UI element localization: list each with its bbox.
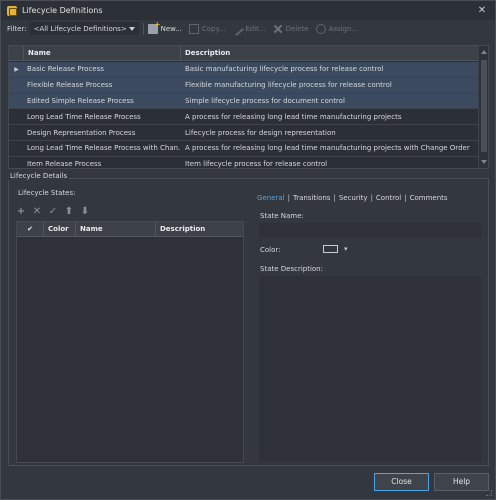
copy-icon — [188, 23, 199, 34]
remove-state-icon[interactable]: ✕ — [32, 207, 42, 217]
assign-button[interactable]: Assign... — [315, 23, 359, 34]
row-name: Long Lead Time Release Process with Chan… — [27, 144, 181, 153]
row-name: Item Release Process — [27, 160, 102, 169]
color-swatch[interactable] — [323, 245, 338, 253]
new-label: New... — [160, 24, 182, 33]
delete-icon — [273, 24, 283, 34]
checkmark-icon[interactable]: ✓ — [48, 207, 58, 217]
state-description-field[interactable] — [259, 276, 481, 461]
toolbar-separator — [142, 22, 144, 35]
table-row[interactable]: Flexible Release Process Flexible manufa… — [9, 77, 479, 94]
row-description: Flexible manufacturing lifecycle process… — [185, 81, 392, 90]
window-title: Lifecycle Definitions — [22, 6, 103, 15]
tab-control[interactable]: Control — [376, 194, 401, 202]
column-header-description[interactable]: Description — [181, 46, 230, 60]
state-name-field[interactable] — [259, 223, 481, 237]
title-bar: Lifecycle Definitions ✕ — [1, 1, 495, 20]
state-name-label: State Name: — [260, 212, 304, 220]
edit-label: Edit... — [245, 24, 266, 33]
state-description-label: State Description: — [260, 265, 323, 273]
lifecycle-definitions-dialog: Lifecycle Definitions ✕ Filter: <All Lif… — [0, 0, 496, 500]
row-description: Lifecycle process for design representat… — [185, 128, 336, 137]
states-toolbar: + ✕ ✓ ⬆ ⬇ — [16, 207, 96, 217]
table-row[interactable]: Item Release Process Item lifecycle proc… — [9, 157, 479, 169]
edit-icon — [230, 21, 245, 36]
tab-transitions[interactable]: Transitions — [293, 194, 331, 202]
assign-icon — [315, 23, 326, 34]
app-icon — [7, 5, 17, 16]
row-description: A process for releasing long lead time m… — [185, 112, 402, 121]
table-row[interactable]: Design Representation Process Lifecycle … — [9, 125, 479, 141]
close-button[interactable]: Close — [374, 473, 429, 491]
row-name: Basic Release Process — [27, 65, 104, 74]
move-down-icon[interactable]: ⬇ — [80, 207, 90, 217]
tab-general[interactable]: General — [257, 194, 285, 202]
row-selector-header — [9, 46, 24, 60]
assign-label: Assign... — [328, 24, 359, 33]
add-state-icon[interactable]: + — [16, 207, 26, 217]
move-up-icon[interactable]: ⬆ — [64, 207, 74, 217]
column-header-name[interactable]: Name — [24, 46, 181, 60]
row-name: Long Lead Time Release Process — [27, 112, 141, 121]
row-name: Design Representation Process — [27, 128, 136, 137]
grid-header: Name Description — [9, 46, 479, 61]
resize-grip[interactable] — [486, 490, 492, 496]
row-description: Item lifecycle process for release contr… — [185, 160, 328, 169]
filter-value: <All Lifecycle Definitions> — [33, 24, 127, 33]
column-header-name[interactable]: Name — [76, 222, 156, 236]
grid-rows: ▶ Basic Release Process Basic manufactur… — [9, 62, 479, 169]
close-window-button[interactable]: ✕ — [475, 4, 489, 17]
states-table-header: ✔ Color Name Description — [17, 222, 243, 237]
delete-label: Delete — [285, 24, 309, 33]
delete-button[interactable]: Delete — [273, 24, 309, 34]
table-row[interactable]: Edited Simple Release Process Simple lif… — [9, 93, 479, 110]
column-header-description[interactable]: Description — [156, 222, 205, 236]
grid-vertical-scrollbar[interactable] — [478, 46, 488, 168]
lifecycle-states-table: ✔ Color Name Description — [16, 221, 244, 463]
new-icon — [147, 20, 161, 34]
filter-dropdown[interactable]: <All Lifecycle Definitions> — [29, 22, 139, 35]
details-tabs: General | Transitions | Security | Contr… — [257, 194, 448, 202]
scroll-up-icon[interactable] — [481, 50, 487, 54]
current-row-arrow-icon: ▶ — [14, 65, 19, 73]
edit-button[interactable]: Edit... — [230, 21, 266, 36]
color-dropdown-icon[interactable]: ▾ — [344, 245, 348, 253]
tab-comments[interactable]: Comments — [410, 194, 448, 202]
table-row[interactable]: ▶ Basic Release Process Basic manufactur… — [9, 62, 479, 78]
scrollbar-thumb[interactable] — [481, 60, 487, 152]
new-button[interactable]: New... — [147, 20, 182, 34]
toolbar: Filter: <All Lifecycle Definitions> New.… — [1, 20, 495, 37]
row-description: Simple lifecycle process for document co… — [185, 96, 345, 105]
lifecycle-states-label: Lifecycle States: — [18, 189, 76, 197]
table-row[interactable]: Long Lead Time Release Process A process… — [9, 109, 479, 126]
color-label: Color: — [260, 246, 281, 254]
row-description: A process for releasing long lead time m… — [185, 144, 470, 153]
row-description: Basic manufacturing lifecycle process fo… — [185, 65, 384, 74]
row-name: Edited Simple Release Process — [27, 96, 134, 105]
scroll-down-icon[interactable] — [481, 160, 487, 164]
copy-label: Copy... — [201, 24, 226, 33]
lifecycle-details-label: Lifecycle Details — [8, 172, 70, 180]
row-name: Flexible Release Process — [27, 81, 113, 90]
chevron-down-icon — [128, 27, 135, 31]
filter-label: Filter: — [7, 24, 27, 33]
copy-button[interactable]: Copy... — [188, 23, 226, 34]
lifecycle-definitions-grid: Name Description ▶ Basic Release Process… — [8, 45, 489, 169]
help-button[interactable]: Help — [434, 473, 489, 491]
column-header-color[interactable]: Color — [44, 222, 76, 236]
checkmark-column-icon[interactable]: ✔ — [17, 222, 44, 236]
table-row[interactable]: Long Lead Time Release Process with Chan… — [9, 141, 479, 157]
tab-security[interactable]: Security — [339, 194, 368, 202]
